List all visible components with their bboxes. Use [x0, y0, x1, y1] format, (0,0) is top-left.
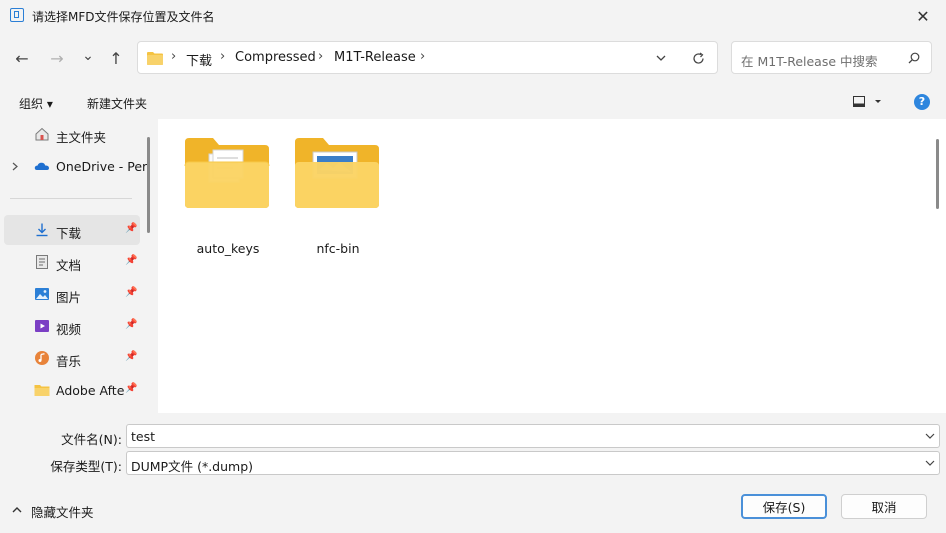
app-icon [10, 8, 24, 22]
home-icon [35, 127, 49, 141]
documents-icon [36, 255, 48, 269]
forward-button[interactable]: → [45, 46, 69, 70]
close-button[interactable]: ✕ [900, 0, 946, 32]
chevron-up-icon [12, 507, 22, 513]
address-bar[interactable]: › 下载 › Compressed › M1T-Release › [137, 41, 718, 74]
pin-icon: 📌 [125, 351, 138, 362]
sidebar-item-pictures[interactable]: 图片 📌 [4, 279, 140, 309]
file-list-view: auto_keys nfc-bin [158, 119, 946, 413]
sidebar-item-label: 视频 [56, 322, 82, 337]
music-icon [35, 351, 49, 365]
new-folder-button[interactable]: 新建文件夹 [87, 95, 147, 112]
breadcrumb-separator: › [318, 49, 324, 64]
pin-icon: 📌 [125, 287, 138, 298]
window-title: 请选择MFD文件保存位置及文件名 [32, 10, 215, 24]
folder-icon [295, 138, 379, 208]
filename-label: 文件名(N): [61, 432, 122, 447]
back-button[interactable]: ← [10, 46, 34, 70]
sidebar-item-videos[interactable]: 视频 📌 [4, 311, 140, 341]
search-box[interactable]: 在 M1T-Release 中搜索 [731, 41, 932, 74]
sidebar-item-label: 主文件夹 [56, 130, 107, 145]
filename-input[interactable]: test [131, 429, 155, 444]
sidebar-item-label: 下载 [56, 226, 82, 241]
pictures-icon [35, 288, 49, 300]
recent-locations-button[interactable]: ⌄ [76, 44, 100, 68]
sidebar-item-adobe-after[interactable]: Adobe After 📌 [4, 375, 140, 405]
title-bar: 请选择MFD文件保存位置及文件名 ✕ [0, 0, 946, 32]
view-options-icon[interactable] [853, 96, 881, 108]
pin-icon: 📌 [125, 223, 138, 234]
up-button[interactable]: ↑ [104, 46, 128, 70]
breadcrumb-separator: › [171, 49, 177, 64]
expand-chevron-icon[interactable] [12, 162, 18, 171]
breadcrumb-item-compressed[interactable]: Compressed [235, 50, 316, 65]
sidebar-item-label: Adobe After [56, 383, 124, 398]
pin-icon: 📌 [125, 255, 138, 266]
folder-item-nfc-bin[interactable]: nfc-bin [293, 136, 383, 256]
filetype-value: DUMP文件 (*.dump) [131, 459, 254, 474]
search-input[interactable]: 在 M1T-Release 中搜索 [741, 51, 878, 70]
hide-folders-toggle[interactable]: 隐藏文件夹 [12, 500, 132, 520]
hide-folders-label: 隐藏文件夹 [31, 505, 94, 520]
pin-icon: 📌 [125, 319, 138, 330]
sidebar-item-label: 图片 [56, 290, 82, 305]
sidebar-item-onedrive[interactable]: OneDrive - Per [4, 151, 147, 181]
download-icon [36, 223, 48, 237]
filetype-label: 保存类型(T): [50, 459, 122, 474]
filename-field[interactable]: test [126, 424, 940, 448]
breadcrumb-item-m1t-release[interactable]: M1T-Release [334, 50, 416, 65]
folder-name: auto_keys [196, 241, 260, 256]
save-button[interactable]: 保存(S) [741, 494, 827, 519]
folder-item-auto-keys[interactable]: auto_keys [183, 136, 273, 256]
refresh-icon[interactable] [692, 52, 705, 65]
sidebar-item-label: OneDrive - Per [56, 159, 148, 174]
folder-icon [184, 138, 270, 208]
breadcrumb-item-downloads[interactable]: 下载 [186, 50, 212, 69]
search-icon [908, 52, 920, 64]
sidebar-item-label: 音乐 [56, 354, 82, 369]
folder-name: nfc-bin [316, 241, 360, 256]
filetype-select[interactable]: DUMP文件 (*.dump) [126, 451, 940, 475]
breadcrumb-separator: › [420, 49, 426, 64]
organize-menu[interactable]: 组织 ▾ [19, 95, 53, 112]
chevron-down-icon[interactable] [925, 460, 935, 467]
file-view-scrollbar[interactable] [936, 139, 939, 209]
videos-icon [35, 320, 49, 332]
sidebar-item-home[interactable]: 主文件夹 [4, 119, 140, 149]
chevron-down-icon[interactable] [656, 55, 666, 62]
sidebar-item-music[interactable]: 音乐 📌 [4, 343, 140, 373]
sidebar-item-label: 文档 [56, 258, 82, 273]
navigation-pane: 主文件夹 OneDrive - Per 下载 📌 文档 📌 图片 📌 视频 📌 … [0, 119, 157, 413]
breadcrumb-separator: › [220, 49, 226, 64]
sidebar-item-downloads[interactable]: 下载 📌 [4, 215, 140, 245]
navigation-scrollbar[interactable] [147, 137, 150, 233]
folder-icon [147, 52, 163, 65]
sidebar-item-documents[interactable]: 文档 📌 [4, 247, 140, 277]
folder-icon [34, 385, 50, 396]
onedrive-cloud-icon [34, 162, 49, 170]
sidebar-divider [10, 198, 132, 199]
pin-icon: 📌 [125, 383, 138, 394]
help-icon[interactable]: ? [914, 94, 930, 110]
chevron-down-icon[interactable] [925, 433, 935, 440]
cancel-button[interactable]: 取消 [841, 494, 927, 519]
